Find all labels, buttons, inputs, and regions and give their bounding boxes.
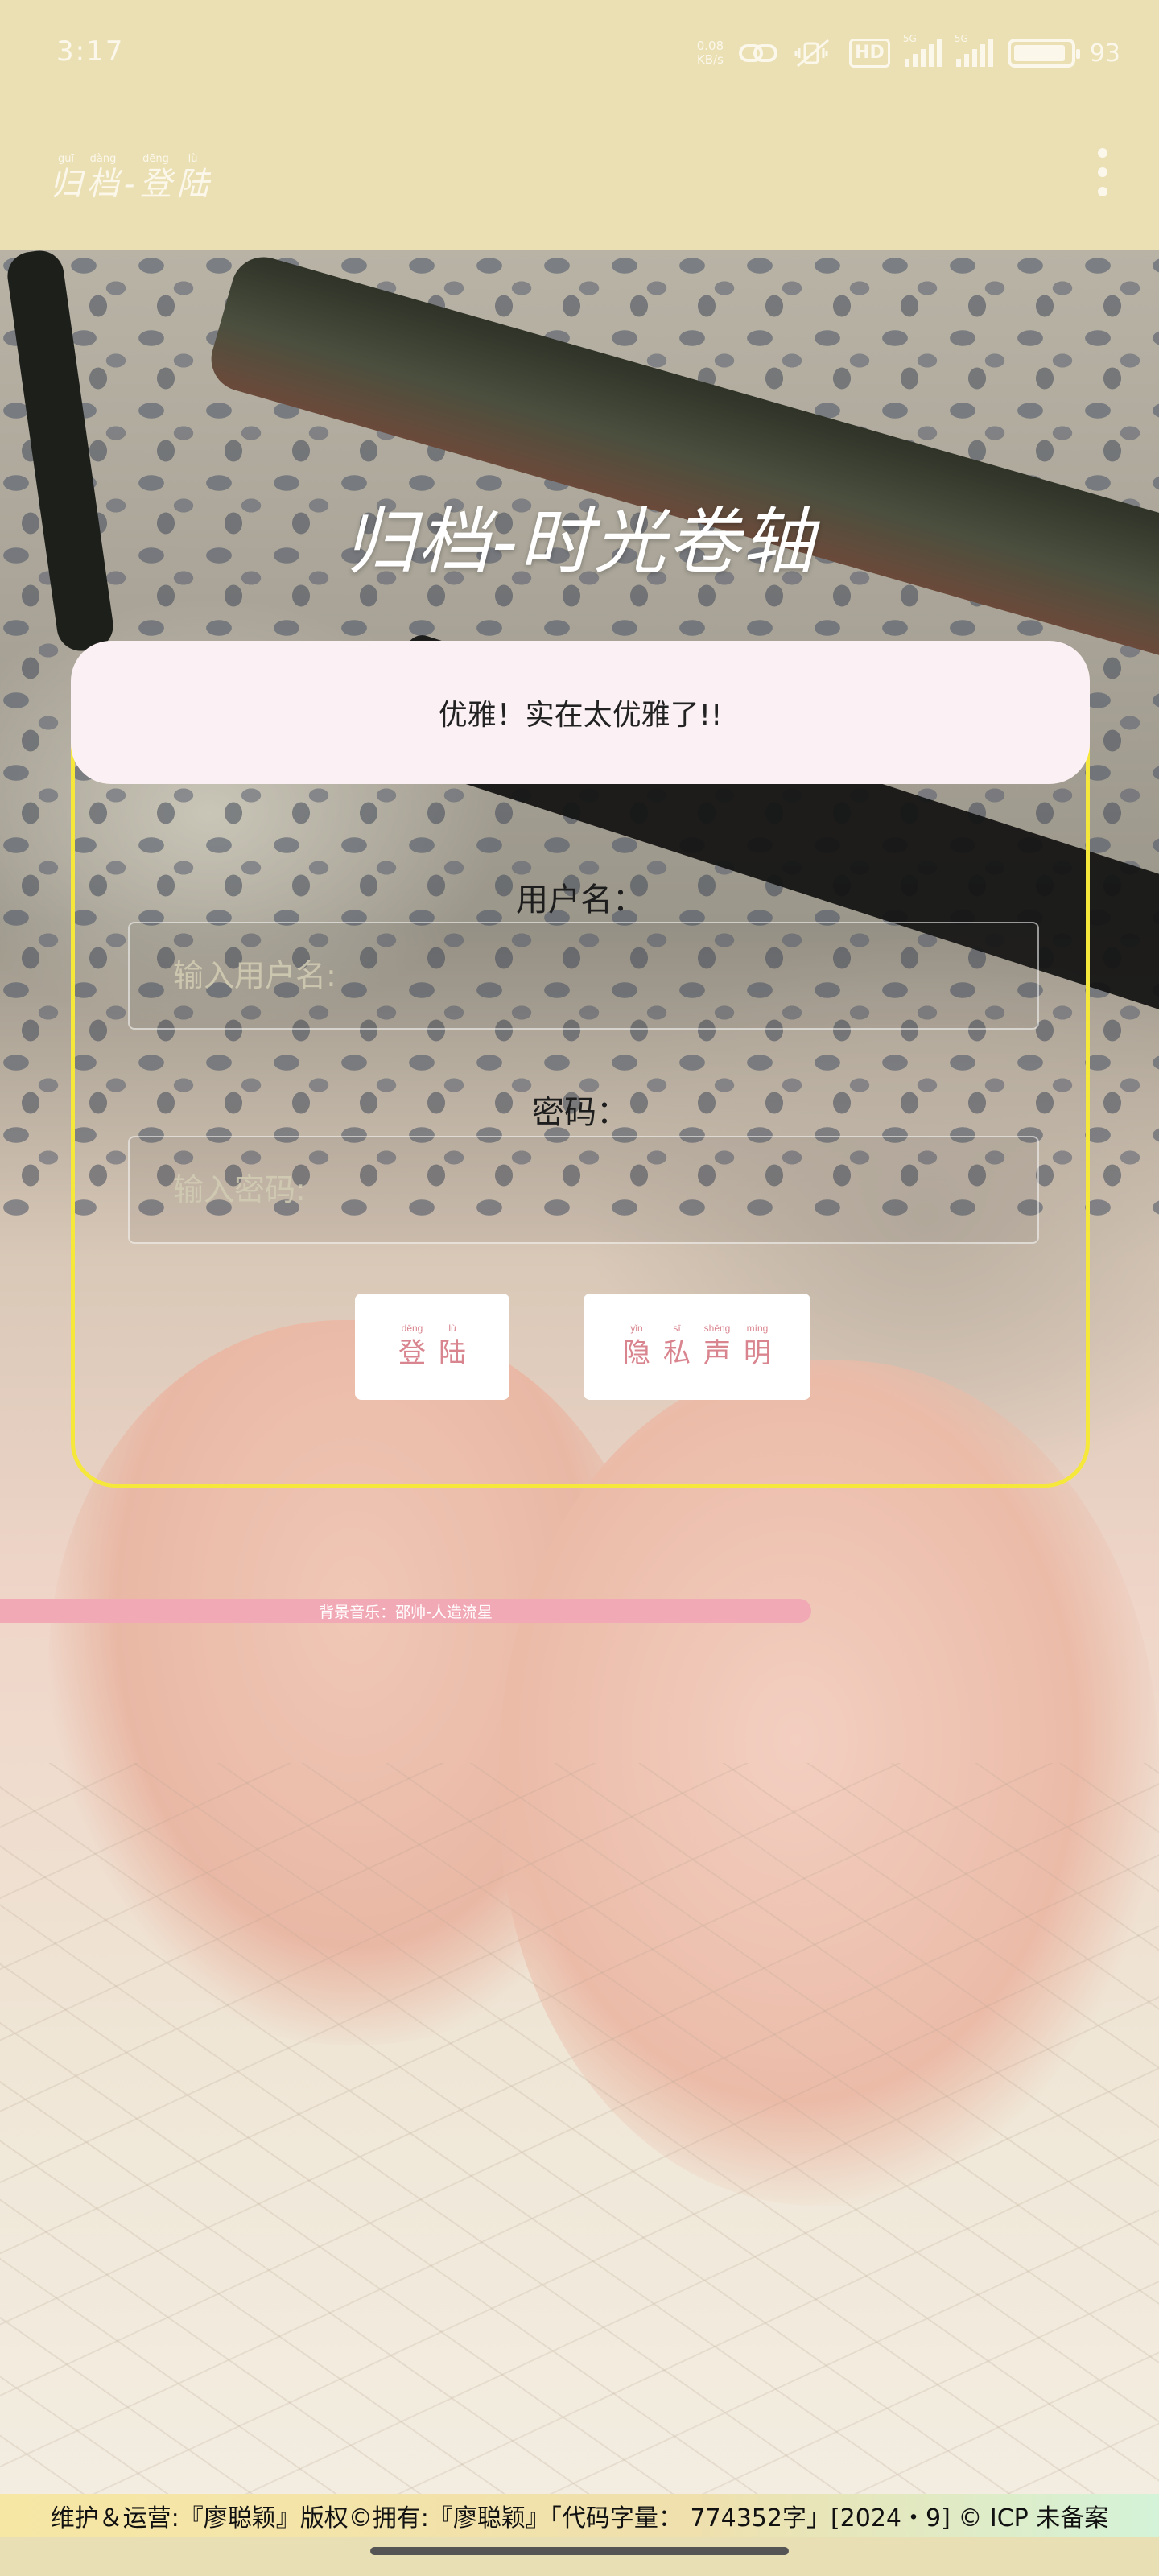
login-button-hanzi: 陆: [439, 1337, 466, 1369]
privacy-button-pinyin: yǐn: [630, 1323, 643, 1334]
password-input[interactable]: [128, 1136, 1039, 1244]
footer-copyright: 维护＆运营:『廖聪颖』版权©拥有:『廖聪颖』「代码字量： 774352字」[20…: [0, 2494, 1159, 2537]
app-title-hanzi: 归: [50, 166, 82, 203]
battery-percent: 93: [1089, 39, 1120, 68]
app-title-pinyin: lù: [188, 153, 198, 165]
password-label: 密码：: [532, 1094, 629, 1131]
status-time: 3:17: [56, 35, 125, 68]
login-button-char: lù 陆: [439, 1322, 466, 1372]
app-title-hanzi: 档: [87, 166, 119, 203]
link-icon: [739, 44, 778, 62]
signal-sim2-icon: 5G: [955, 33, 993, 67]
battery-icon: [1007, 39, 1080, 68]
app-title-pinyin: dēng: [142, 153, 169, 165]
network-speed-value: 0.08: [696, 39, 724, 53]
app-title-hanzi: 登: [139, 166, 172, 203]
more-vertical-icon[interactable]: [1096, 148, 1109, 196]
battery-level: [1013, 45, 1066, 61]
sim1-network-label: 5G: [902, 33, 917, 44]
banner-message: 优雅！实在太优雅了!!: [71, 641, 1090, 784]
app-title-char: dàng 档: [87, 153, 119, 203]
app-title-pinyin: [128, 153, 131, 166]
status-icons: 0.08 KB/s HD 5G 5G 93: [697, 32, 1120, 74]
privacy-button-hanzi: 声: [703, 1337, 731, 1369]
app-title: guī 归 dàng 档 - dēng 登 lù 陆: [50, 153, 209, 203]
login-button-pinyin: dēng: [401, 1323, 423, 1334]
username-input[interactable]: [128, 922, 1039, 1030]
app-header: guī 归 dàng 档 - dēng 登 lù 陆: [0, 106, 1159, 250]
username-label: 用户名：: [516, 881, 645, 919]
vibrate-mute-icon: [794, 39, 830, 68]
privacy-button-char: sī 私: [663, 1322, 691, 1372]
sim2-network-label: 5G: [954, 33, 968, 44]
privacy-button-pinyin: shēng: [703, 1323, 731, 1334]
login-button-pinyin: lù: [448, 1323, 456, 1334]
login-button-hanzi: 登: [398, 1337, 426, 1369]
network-speed: 0.08 KB/s: [697, 39, 724, 67]
app-title-hanzi: -: [124, 166, 135, 203]
privacy-button-hanzi: 明: [744, 1337, 771, 1369]
app-title-char: guī 归: [50, 153, 82, 203]
hd-voice-badge: HD: [849, 39, 890, 68]
app-title-char: dēng 登: [140, 153, 172, 203]
app-title-hanzi: 陆: [176, 166, 209, 203]
network-speed-unit: KB/s: [696, 52, 724, 67]
app-title-pinyin: guī: [57, 153, 75, 165]
page-title: 归档-时光卷轴: [343, 500, 816, 584]
signal-sim1-icon: 5G: [903, 33, 942, 67]
privacy-button-hanzi: 私: [663, 1337, 691, 1369]
login-button-char: dēng 登: [398, 1322, 426, 1372]
login-button[interactable]: dēng 登 lù 陆: [355, 1294, 509, 1400]
privacy-button-char: shēng 声: [703, 1322, 731, 1372]
app-title-char: lù 陆: [177, 153, 209, 203]
status-bar: 3:17 0.08 KB/s HD 5G 5G 93: [0, 0, 1159, 106]
background-music-bar[interactable]: 背景音乐：邵帅-人造流星: [0, 1599, 811, 1623]
login-card: 优雅！实在太优雅了!! 用户名： 密码： dēng 登 lù 陆 yǐn 隐 sī 私 shē…: [71, 641, 1090, 1488]
app-title-char: -: [124, 153, 135, 203]
privacy-statement-button[interactable]: yǐn 隐 sī 私 shēng 声 míng 明: [584, 1294, 810, 1400]
home-indicator[interactable]: [370, 2547, 789, 2555]
privacy-button-char: míng 明: [744, 1322, 771, 1372]
app-title-pinyin: dàng: [89, 153, 117, 165]
privacy-button-pinyin: míng: [746, 1323, 769, 1334]
privacy-button-pinyin: sī: [673, 1323, 681, 1334]
privacy-button-char: yǐn 隐: [623, 1322, 650, 1372]
privacy-button-hanzi: 隐: [623, 1337, 650, 1369]
